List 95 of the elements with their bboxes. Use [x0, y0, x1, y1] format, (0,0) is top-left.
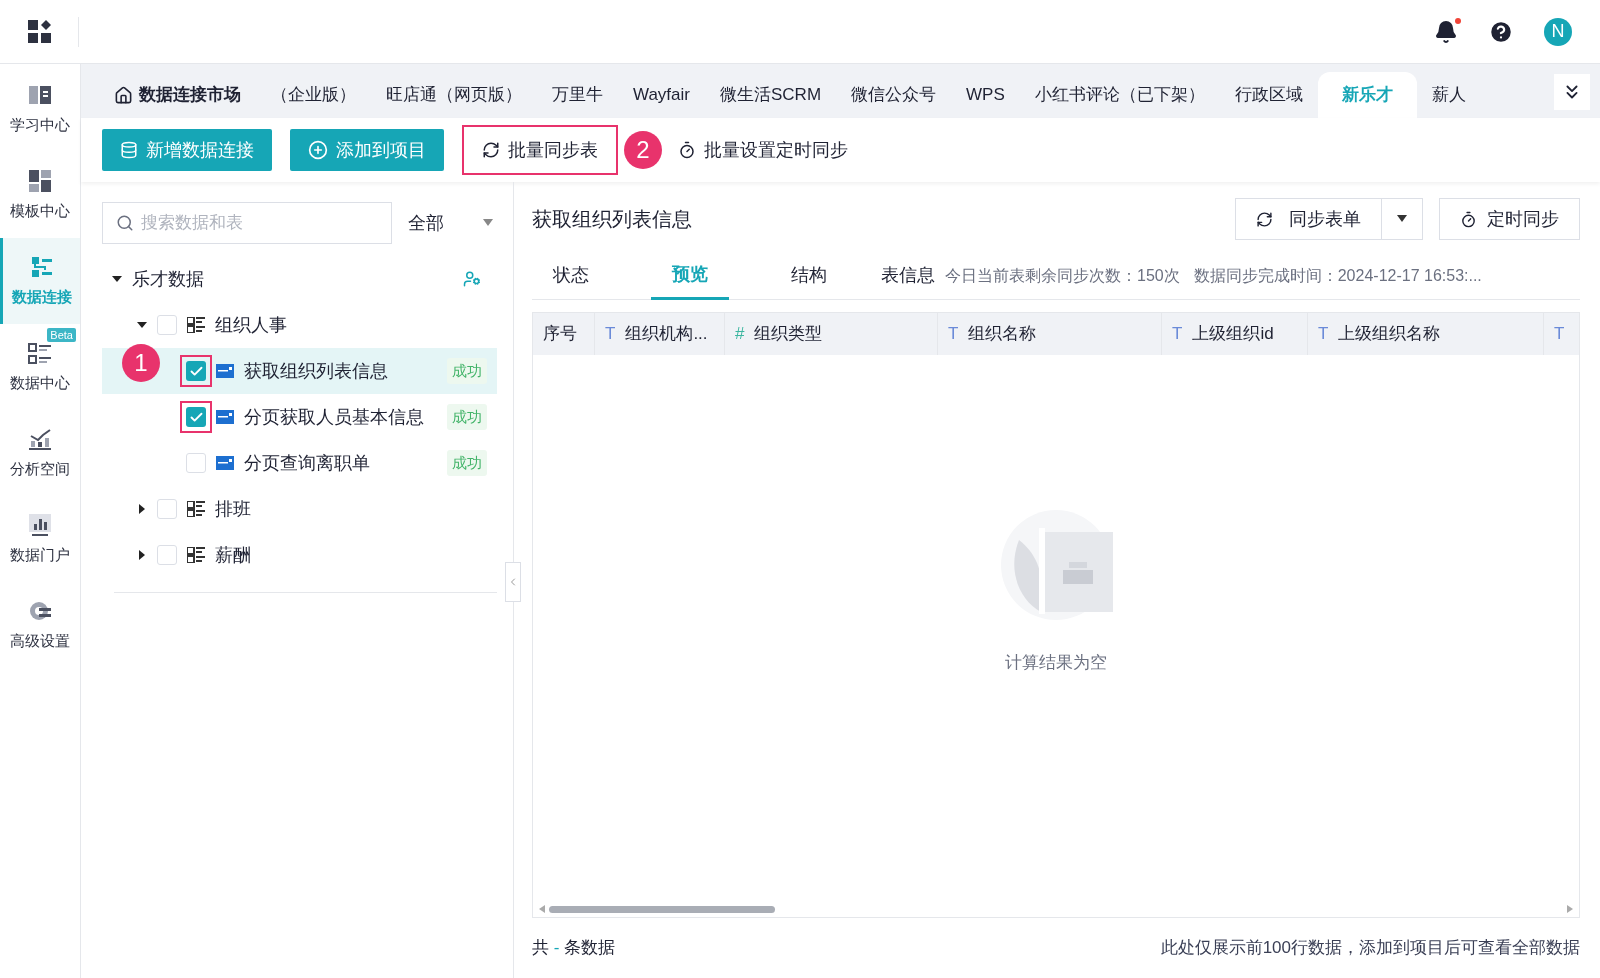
- status-tag: 成功: [447, 403, 487, 431]
- footer-note: 此处仅展示前100行数据，添加到项目后可查看全部数据: [1160, 937, 1580, 960]
- table-name: 分页查询离职单: [244, 451, 371, 475]
- checkbox[interactable]: [186, 361, 206, 381]
- status-tag: 成功: [447, 449, 487, 477]
- timer-icon: [678, 141, 696, 159]
- connector-tab[interactable]: WPS: [951, 72, 1020, 118]
- caret-icon[interactable]: [112, 274, 122, 284]
- type-mark: T: [948, 323, 959, 346]
- table-group-icon: [187, 501, 205, 517]
- detail-tab[interactable]: 状态: [532, 251, 610, 300]
- connector-tab[interactable]: 万里牛: [537, 72, 618, 118]
- logo-icon: [216, 364, 234, 378]
- info-label: 表信息: [881, 264, 935, 287]
- checkbox[interactable]: [157, 315, 177, 335]
- step-number: 1: [122, 344, 160, 382]
- timer-icon: [1460, 210, 1477, 228]
- tree-node-label[interactable]: 乐才数据: [132, 265, 453, 293]
- column-header[interactable]: 序号: [533, 313, 595, 355]
- search-icon: [116, 214, 134, 232]
- connector-tab[interactable]: 小红书评论（已下架）: [1019, 72, 1220, 118]
- step-number: 2: [624, 131, 662, 169]
- table-row[interactable]: 分页获取人员基本信息 成功: [102, 394, 497, 440]
- connector-tab[interactable]: 旺店通（网页版）: [371, 72, 537, 118]
- column-header[interactable]: T 上级组织id: [1162, 313, 1308, 355]
- type-mark: T: [1554, 323, 1565, 346]
- table-name: 分页获取人员基本信息: [244, 405, 425, 429]
- caret-icon[interactable]: [137, 320, 147, 330]
- connector-tab[interactable]: 行政区域: [1219, 72, 1318, 118]
- column-header[interactable]: T 上级组织名称: [1308, 313, 1544, 355]
- bell-icon: [1434, 19, 1458, 44]
- type-mark: T: [1318, 323, 1329, 346]
- column-header[interactable]: T 组织名称: [938, 313, 1162, 355]
- checkbox[interactable]: [186, 407, 206, 427]
- table-row[interactable]: 分页查询离职单 成功: [102, 440, 497, 486]
- connector-tab[interactable]: 微信公众号: [836, 72, 952, 118]
- collapse-handle[interactable]: [505, 562, 521, 602]
- scroll-right-icon[interactable]: [1567, 905, 1573, 913]
- schedule-sync-button[interactable]: 定时同步: [1439, 198, 1580, 240]
- bar-chart-icon: [27, 511, 53, 538]
- empty-state-text: 计算结果为空: [1005, 652, 1107, 675]
- column-header[interactable]: # 组织类型: [725, 313, 938, 355]
- connector-tab[interactable]: （企业版）: [256, 72, 371, 118]
- beta-badge: Beta: [47, 328, 76, 342]
- caret-icon[interactable]: [137, 550, 147, 560]
- scroll-left-icon[interactable]: [539, 905, 545, 913]
- logo-icon: [216, 410, 234, 424]
- plus-icon: [308, 140, 328, 160]
- checkbox[interactable]: [157, 499, 177, 519]
- table-group-icon: [187, 317, 205, 333]
- info-text: 今日当前表剩余同步次数：150次: [945, 265, 1180, 286]
- home-icon: [114, 85, 133, 105]
- status-tag: 成功: [447, 357, 487, 385]
- table-name: 获取组织列表信息: [244, 359, 389, 383]
- row-count-text: 共 - 条数据: [532, 937, 616, 960]
- caret-icon: [1397, 215, 1407, 223]
- caret-icon: [483, 219, 493, 227]
- info-text: 数据同步完成时间：2024-12-17 16:53:...: [1193, 265, 1482, 286]
- apps-icon[interactable]: [28, 19, 52, 44]
- filter-dropdown[interactable]: 全部: [404, 202, 497, 244]
- logo-icon: [216, 456, 234, 470]
- table-title: 获取组织列表信息: [532, 207, 693, 232]
- tree-node-label[interactable]: 组织人事: [215, 311, 287, 339]
- sidebar-item[interactable]: 数据门户: [0, 496, 80, 582]
- sidebar-item[interactable]: 高级设置: [0, 582, 80, 668]
- sync-icon: [1256, 210, 1273, 228]
- checkbox[interactable]: [186, 453, 206, 473]
- column-header[interactable]: T 组织机构...: [595, 313, 725, 355]
- more-tabs-button[interactable]: [1554, 74, 1590, 110]
- connector-tab[interactable]: Wayfair: [618, 72, 705, 118]
- scrollbar-thumb[interactable]: [549, 905, 775, 913]
- search-field[interactable]: 搜索数据和表: [102, 202, 392, 244]
- sidebar-item[interactable]: Beta 数据中心: [0, 324, 80, 410]
- template-icon: [27, 167, 53, 194]
- toolbar-button[interactable]: 批量同步表: [462, 125, 618, 175]
- type-mark: T: [605, 323, 616, 346]
- connector-tab[interactable]: 微生活SCRM: [705, 72, 837, 118]
- toolbar-button[interactable]: 批量设置定时同步: [660, 129, 866, 171]
- table-group-icon: [187, 547, 205, 563]
- checkbox[interactable]: [157, 545, 177, 565]
- sidebar-item[interactable]: 模板中心: [0, 152, 80, 238]
- notification-button[interactable]: [1434, 19, 1458, 44]
- sync-icon: [482, 141, 500, 159]
- type-mark: T: [1172, 323, 1183, 346]
- database-add-icon: [120, 141, 138, 159]
- type-mark: #: [735, 323, 745, 346]
- tree-node-label[interactable]: 排班: [215, 495, 251, 523]
- connector-tab[interactable]: 薪人: [1416, 72, 1481, 118]
- tree-node-label[interactable]: 薪酬: [215, 541, 251, 569]
- sidebar-item[interactable]: 学习中心: [0, 66, 80, 152]
- connector-tab[interactable]: 数据连接市场: [99, 72, 256, 118]
- sidebar-item[interactable]: 分析空间: [0, 410, 80, 496]
- detail-tab[interactable]: 结构: [770, 251, 848, 300]
- caret-icon[interactable]: [137, 504, 147, 514]
- user-settings-icon[interactable]: [463, 270, 481, 288]
